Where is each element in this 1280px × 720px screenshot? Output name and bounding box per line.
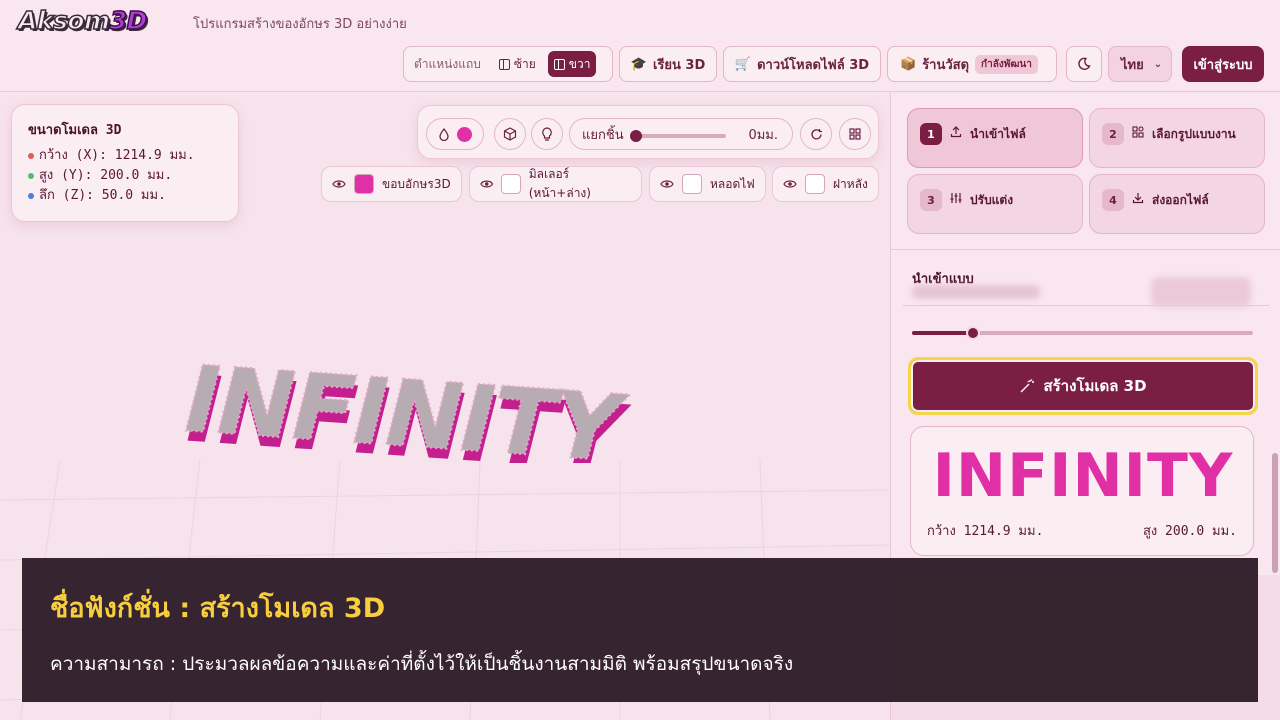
layer-chip-outline[interactable]: ขอบอักษร3D [321, 166, 462, 202]
box-icon: 📦 [900, 56, 917, 72]
reset-view-button[interactable] [800, 118, 832, 150]
view-toolbar: แยกชิ้น 0มม. [417, 105, 879, 159]
layer-swatch[interactable] [805, 174, 825, 194]
layer-label: ฝาหลัง [833, 176, 868, 191]
step-number: 4 [1102, 189, 1124, 211]
chevron-down-icon: ⌄ [1153, 58, 1163, 70]
learn-3d-button[interactable]: 🎓 เรียน 3D [619, 46, 717, 82]
eye-icon [480, 180, 494, 188]
preview-card: INFINITY กว้าง 1214.9 มม. สูง 200.0 มม. [910, 426, 1254, 556]
light-toggle-button[interactable] [531, 118, 563, 150]
step-label: ส่งออกไฟล์ [1152, 193, 1209, 207]
cube-icon [503, 127, 517, 141]
layer-swatch[interactable] [354, 174, 374, 194]
function-description: ความสามารถ : ประมวลผลข้อความและค่าที่ตั้… [50, 653, 794, 675]
droplet-icon [438, 127, 449, 141]
separate-parts-control: แยกชิ้น 0มม. [569, 118, 793, 150]
layer-chip-backplate[interactable]: ฝาหลัง [772, 166, 879, 202]
separate-value: 0มม. [748, 127, 778, 143]
step-number: 3 [920, 189, 942, 211]
magic-wand-icon [1020, 379, 1035, 393]
layer-chip-bulb[interactable]: หลอดไฟ [649, 166, 766, 202]
separate-slider[interactable] [630, 130, 726, 142]
layer-swatch[interactable] [682, 174, 702, 194]
left-panel-icon [498, 58, 510, 70]
color-swatch-dot [456, 126, 472, 142]
preview-width: กว้าง 1214.9 มม. [927, 524, 1044, 539]
size-row-x: กว้าง (X): 1214.9 มม. [28, 146, 222, 166]
separate-label: แยกชิ้น [582, 127, 624, 143]
blurred-button [1151, 277, 1251, 307]
right-panel-icon [553, 58, 565, 70]
panel-scrollbar[interactable] [1272, 453, 1278, 573]
layer-swatch[interactable] [501, 174, 521, 194]
bulb-icon [542, 127, 552, 141]
function-name: ชื่อฟังก์ชั่น : สร้างโมเดล 3D [50, 593, 386, 624]
preview-height: สูง 200.0 มม. [1142, 524, 1237, 539]
cube-view-button[interactable] [494, 118, 526, 150]
layer-chip-mirror[interactable]: มิลเลอร์ (หน้า+ล่าง) [469, 166, 642, 202]
graduation-cap-icon: 🎓 [630, 56, 647, 72]
settings-slider-fill [912, 331, 974, 335]
layer-label: หลอดไฟ [710, 176, 755, 191]
function-caption-overlay: ชื่อฟังก์ชั่น : สร้างโมเดล 3D ความสามารถ… [22, 558, 1258, 702]
position-label: ตำแหน่งแถบ [414, 56, 481, 71]
theme-toggle-button[interactable] [1066, 46, 1102, 82]
color-mode-button[interactable] [426, 118, 484, 150]
model-size-card: ขนาดโมเดล 3D กว้าง (X): 1214.9 มม. สูง (… [11, 104, 239, 222]
position-left-button[interactable]: ซ้าย [493, 51, 542, 77]
panel-divider [891, 249, 1280, 250]
size-row-z: ลึก (Z): 50.0 มม. [28, 186, 222, 206]
create-3d-model-button[interactable]: สร้างโมเดล 3D [908, 357, 1258, 415]
size-row-y: สูง (Y): 200.0 มม. [28, 166, 222, 186]
layout-icon [1132, 126, 1144, 138]
grid-view-button[interactable] [839, 118, 871, 150]
step-label: ปรับแต่ง [970, 193, 1014, 207]
step-number: 2 [1102, 123, 1124, 145]
position-right-button[interactable]: ขวา [547, 51, 597, 77]
download-3d-button[interactable]: 🛒 ดาวน์โหลดไฟล์ 3D [723, 46, 881, 82]
eye-icon [332, 180, 346, 188]
login-button[interactable]: เข้าสู่ระบบ [1182, 46, 1264, 82]
app-tagline: โปรแกรมสร้างของอักษร 3D อย่างง่าย [193, 17, 407, 32]
create-button-label: สร้างโมเดล 3D [1043, 377, 1147, 395]
refresh-icon [810, 128, 822, 139]
cart-icon: 🛒 [734, 56, 752, 72]
step-label: นำเข้าไฟล์ [970, 127, 1026, 141]
top-header: Aksom3D โปรแกรมสร้างของอักษร 3D อย่างง่า… [0, 0, 1280, 92]
step-export-file[interactable]: 4 ส่งออกไฟล์ [1089, 174, 1265, 234]
eye-icon [783, 180, 797, 188]
in-development-badge: กำลังพัฒนา [975, 54, 1038, 74]
settings-slider-knob[interactable] [966, 326, 981, 340]
panel-line [903, 305, 1269, 306]
blurred-field [912, 285, 1040, 299]
step-import-file[interactable]: 1 นำเข้าไฟล์ [907, 108, 1083, 168]
z-axis-dot [28, 193, 34, 199]
step-select-pattern[interactable]: 2 เลือกรูปแบบงาน [1089, 108, 1265, 168]
settings-slider[interactable] [912, 326, 1253, 340]
model-size-title: ขนาดโมเดล 3D [28, 123, 122, 138]
upload-icon [950, 126, 962, 138]
model-face-layer: INFINITY [172, 346, 635, 463]
grid-icon [849, 128, 861, 140]
separate-slider-knob[interactable] [630, 130, 642, 142]
3d-letter-model: INFINITY INFINITY [171, 345, 637, 463]
step-adjust[interactable]: 3 ปรับแต่ง [907, 174, 1083, 234]
sidebar-position-toggle: ตำแหน่งแถบ ซ้าย ขวา [403, 46, 613, 82]
download-icon [1132, 193, 1144, 204]
moon-icon [1078, 57, 1091, 70]
step-label: เลือกรูปแบบงาน [1152, 127, 1236, 141]
step-number: 1 [920, 123, 942, 145]
y-axis-dot [28, 173, 34, 179]
material-shop-button[interactable]: 📦 ร้านวัสดุ กำลังพัฒนา [887, 46, 1057, 82]
preview-dimensions: กว้าง 1214.9 มม. สูง 200.0 มม. [927, 520, 1237, 541]
layer-label: ขอบอักษร3D [382, 176, 451, 191]
preview-text: INFINITY [932, 441, 1234, 511]
language-select[interactable]: ไทย ⌄ [1108, 46, 1172, 82]
sliders-icon [950, 193, 962, 203]
app-logo[interactable]: Aksom3D [17, 5, 148, 36]
eye-icon [660, 180, 674, 188]
layer-label: มิลเลอร์ (หน้า+ล่าง) [528, 167, 591, 200]
x-axis-dot [28, 153, 34, 159]
